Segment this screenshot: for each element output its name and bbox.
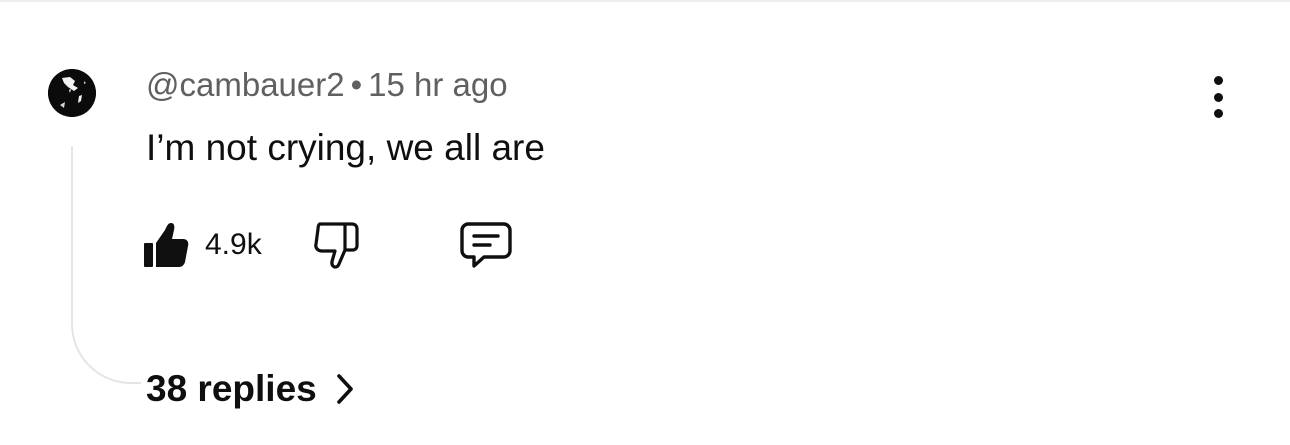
vertical-ellipsis-icon [1213,76,1223,85]
meta-separator: • [350,66,363,103]
thumbs-down-outline-icon [314,222,359,269]
dislike-button[interactable] [312,220,360,275]
comment-timestamp: 15 hr ago [368,66,508,103]
avatar[interactable] [48,69,96,117]
author-handle[interactable]: @cambauer2 [146,66,345,103]
reply-button[interactable] [460,221,512,274]
thumbs-up-filled-icon [144,223,189,267]
comment-thread: @cambauer2 • 15 hr ago I’m not crying, we … [0,0,1290,445]
thread-connector-line [71,146,141,384]
more-options-button[interactable] [1196,72,1240,122]
view-replies-button[interactable]: 38 replies [146,364,355,414]
chevron-right-icon [336,374,353,404]
replies-count-label: 38 replies [146,368,317,409]
avatar-image [48,69,96,117]
comment-meta: @cambauer2 • 15 hr ago [146,64,508,106]
like-count: 4.9k [205,228,262,261]
like-button[interactable]: 4.9k [143,219,262,271]
comment-text: I’m not crying, we all are [146,127,545,168]
comment-bubble-icon [460,222,512,268]
